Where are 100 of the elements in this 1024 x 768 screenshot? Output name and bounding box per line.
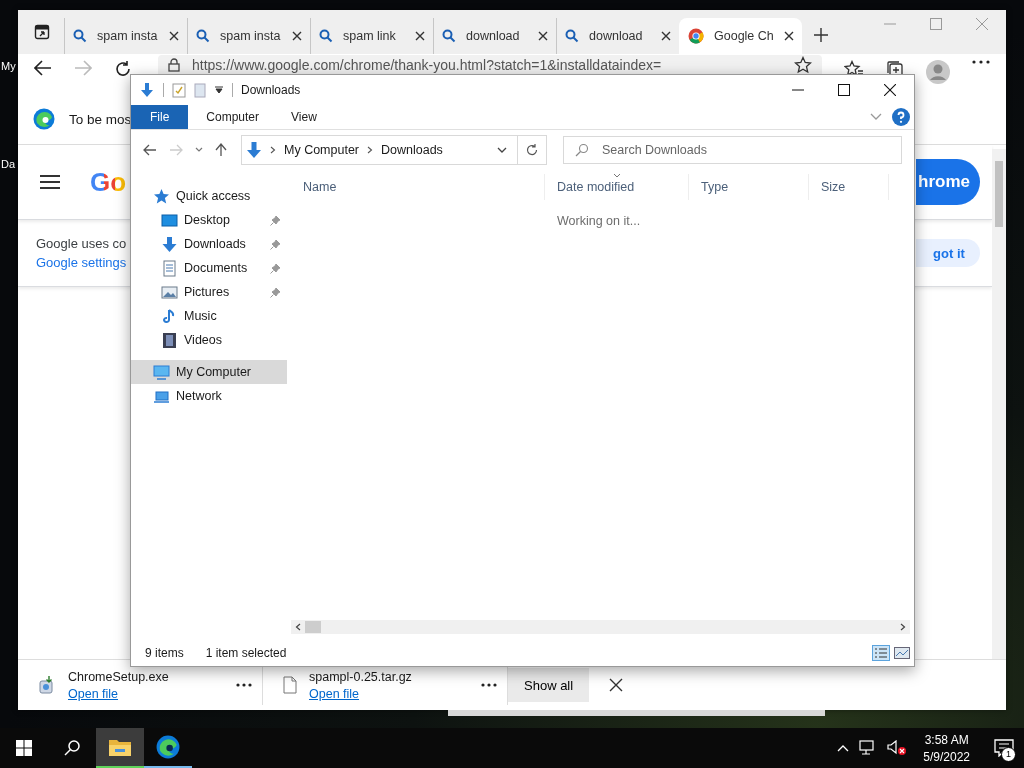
down-arrow-icon xyxy=(139,82,155,98)
down-arrow-icon xyxy=(161,235,178,253)
nav-item[interactable]: Videos xyxy=(131,328,287,352)
file-icon xyxy=(283,676,297,694)
help-icon[interactable] xyxy=(892,108,910,126)
recent-locations-icon[interactable] xyxy=(195,147,203,153)
expand-ribbon-icon[interactable] xyxy=(870,113,882,121)
more-icon[interactable] xyxy=(481,683,497,687)
settings-link[interactable]: Google settings xyxy=(36,255,127,270)
nav-item[interactable]: Desktop xyxy=(131,208,287,232)
desktop-icon-label[interactable]: Da xyxy=(1,158,18,170)
scrollbar[interactable] xyxy=(291,620,910,634)
refresh-icon[interactable] xyxy=(526,144,538,156)
show-all-button[interactable]: Show all xyxy=(508,668,590,702)
edge-logo-icon xyxy=(156,735,180,759)
pin-icon[interactable] xyxy=(270,238,281,250)
ribbon-tab[interactable]: Computer xyxy=(192,105,274,129)
column-header[interactable]: Name xyxy=(291,174,545,200)
down-arrow-icon xyxy=(246,141,262,159)
nav-item[interactable]: Downloads xyxy=(131,232,287,256)
new-tab-icon[interactable] xyxy=(814,28,828,42)
large-icons-view-icon[interactable] xyxy=(894,647,910,659)
breadcrumb-item[interactable]: Downloads xyxy=(381,143,443,157)
address-bar[interactable]: My Computer Downloads xyxy=(241,135,547,165)
nav-item[interactable]: Music xyxy=(131,304,287,328)
avatar-icon[interactable] xyxy=(926,60,950,84)
cookie-notice-text: Google uses co xyxy=(36,236,127,251)
ribbon-tab[interactable]: View xyxy=(277,105,331,129)
breadcrumb-item[interactable]: My Computer xyxy=(284,143,360,157)
clock-time[interactable]: 3:58 AM xyxy=(924,732,969,747)
loading-text: Working on it... xyxy=(556,213,642,228)
pin-icon[interactable] xyxy=(270,286,281,298)
file-explorer-taskbar-button[interactable] xyxy=(96,728,144,768)
nav-item[interactable]: Quick access xyxy=(131,184,287,208)
browser-tab[interactable]: Google Ch xyxy=(679,18,802,54)
monitor-icon xyxy=(161,211,178,229)
nav-item[interactable]: Documents xyxy=(131,256,287,280)
scroll-right-icon[interactable] xyxy=(900,623,906,631)
search-icon xyxy=(565,29,579,43)
close-icon[interactable] xyxy=(884,84,896,96)
maximize-icon[interactable] xyxy=(838,84,850,96)
document-icon xyxy=(161,259,178,277)
close-icon[interactable] xyxy=(609,678,624,692)
got-it-button[interactable]: got it xyxy=(916,239,980,267)
search-icon xyxy=(575,143,589,157)
search-field[interactable]: Search Downloads xyxy=(563,136,902,164)
search-icon xyxy=(319,29,333,43)
column-header[interactable]: Size xyxy=(809,174,889,200)
up-icon[interactable] xyxy=(215,143,227,157)
muted-volume-icon[interactable] xyxy=(887,740,908,756)
desktop-icon-label[interactable]: My xyxy=(1,60,18,72)
lock-icon xyxy=(168,57,180,72)
chrome-icon xyxy=(688,28,704,44)
close-icon[interactable] xyxy=(415,31,425,41)
file-name: spampl-0.25.tar.gz xyxy=(309,669,413,684)
close-icon[interactable] xyxy=(661,31,671,41)
search-icon[interactable] xyxy=(64,740,80,756)
nav-item[interactable]: Network xyxy=(131,384,287,408)
close-icon[interactable] xyxy=(784,31,794,41)
item-count: 9 items xyxy=(145,646,184,660)
pin-icon[interactable] xyxy=(270,214,281,226)
window-title: Downloads xyxy=(241,83,301,97)
nav-item[interactable]: My Computer xyxy=(131,360,287,384)
pin-icon[interactable] xyxy=(270,262,281,274)
column-header[interactable]: Date modified xyxy=(545,174,689,200)
more-icon[interactable] xyxy=(236,683,252,687)
film-icon xyxy=(161,331,178,349)
clock-date[interactable]: 5/9/2022 xyxy=(923,749,970,764)
menu-icon[interactable] xyxy=(40,175,60,189)
close-icon[interactable] xyxy=(292,31,302,41)
ribbon-tab[interactable]: File xyxy=(131,105,189,129)
folder-icon xyxy=(108,737,132,757)
chevron-icon xyxy=(270,146,276,154)
scroll-left-icon[interactable] xyxy=(295,623,301,631)
file-name: ChromeSetup.exe xyxy=(68,669,170,684)
dropdown-icon[interactable] xyxy=(497,147,507,153)
tab-actions-icon[interactable] xyxy=(34,24,50,40)
close-icon[interactable] xyxy=(538,31,548,41)
column-header[interactable]: Type xyxy=(689,174,809,200)
notifications-icon[interactable] xyxy=(994,739,1014,757)
start-icon[interactable] xyxy=(16,740,32,756)
address-bar[interactable]: https://www.google.com/chrome/thank-you.html?statch=1&installdataindex= xyxy=(158,55,822,74)
nav-item[interactable]: Pictures xyxy=(131,280,287,304)
scrollbar-thumb[interactable] xyxy=(995,161,1003,227)
refresh-icon[interactable] xyxy=(114,60,132,78)
installer-icon xyxy=(38,675,56,695)
back-icon[interactable] xyxy=(34,60,52,76)
star-icon[interactable] xyxy=(794,55,812,74)
search-icon xyxy=(73,29,87,43)
scrollbar-thumb[interactable] xyxy=(305,621,321,633)
dropdown-icon[interactable] xyxy=(214,86,224,94)
back-icon[interactable] xyxy=(143,144,157,156)
open-file-link[interactable]: Open file xyxy=(68,686,224,701)
show-hidden-icons-icon[interactable] xyxy=(837,744,850,752)
details-view-icon[interactable] xyxy=(872,645,890,661)
scrollbar[interactable] xyxy=(992,149,1006,659)
close-icon[interactable] xyxy=(169,31,179,41)
download-chrome-button[interactable]: hrome xyxy=(916,159,980,205)
open-file-link[interactable]: Open file xyxy=(309,686,469,701)
more-icon[interactable] xyxy=(972,60,990,64)
